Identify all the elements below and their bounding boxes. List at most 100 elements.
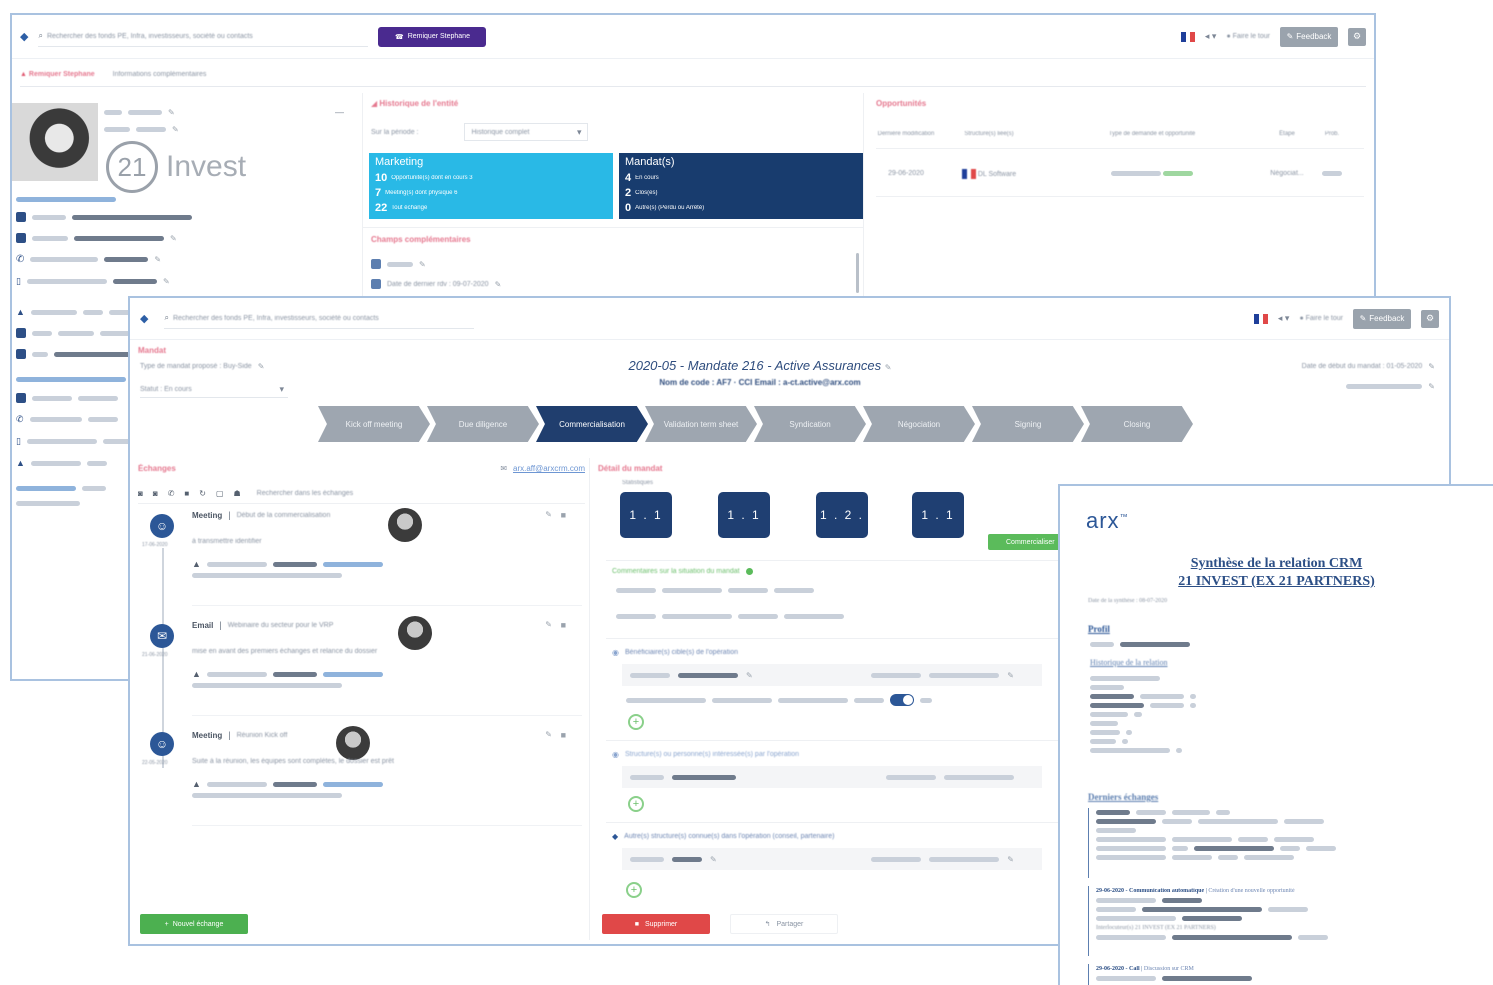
rocket-icon: ◢ [371, 99, 378, 108]
filter-task-icon[interactable]: ↻ [199, 489, 206, 498]
top-navbar: ◆ ⌕ Rechercher des fonds PE, Infra, inve… [130, 298, 1449, 340]
stage-kick-off[interactable]: Kick off meeting [318, 406, 430, 442]
france-flag-icon[interactable] [1180, 31, 1195, 42]
echanges-email-link[interactable]: arx.aff@arxcrm.com [513, 464, 585, 473]
briefcase-icon [16, 328, 26, 338]
filter-email-icon[interactable]: ◙ [153, 489, 158, 498]
opp-table-header: Dernière modification Structure(s) liée(… [876, 119, 1364, 149]
edit-icon[interactable]: ✎ [545, 730, 552, 739]
timeline-item[interactable]: Meeting | Réunion Kick off ✎ ■ Suite à la … [192, 726, 582, 826]
trash-icon: ■ [634, 920, 639, 928]
edit-icon[interactable]: ✎ [258, 362, 265, 371]
edit-icon[interactable]: ✎ [885, 363, 892, 372]
edit-icon[interactable]: ✎ [419, 260, 426, 269]
settings-icon[interactable]: ⚙ [1421, 309, 1439, 328]
filter-auto-icon[interactable]: ☗ [234, 489, 241, 498]
stage-signing[interactable]: Signing [972, 406, 1084, 442]
feedback-button[interactable]: ✎ Feedback [1280, 26, 1338, 47]
person-icon: ▲ [16, 307, 25, 317]
filter-call-icon[interactable]: ✆ [168, 489, 175, 498]
beneficiaire-row-2: ✎ [822, 664, 1022, 686]
edit-icon[interactable]: ✎ [1428, 382, 1435, 391]
avatar [398, 616, 432, 650]
delete-icon[interactable]: ■ [561, 620, 566, 630]
avatar [388, 508, 422, 542]
calendar-icon [371, 259, 381, 269]
email-icon: ✉ [150, 624, 174, 648]
user-icon: ▲ [20, 71, 27, 78]
statut-select[interactable]: Statut : En cours ▾ [140, 382, 288, 398]
add-beneficiaire-button[interactable]: + [628, 714, 644, 730]
tour-link[interactable]: ● Faire le tour [1299, 315, 1343, 322]
target-icon: ◉ [612, 648, 619, 657]
settings-icon[interactable]: ⚙ [1348, 27, 1366, 46]
periode-select[interactable]: Historique complet ▾ [464, 123, 589, 141]
tab-remiquer[interactable]: ▲ Remiquer Stephane [20, 71, 95, 78]
scrollbar[interactable] [856, 253, 859, 293]
table-row[interactable]: 29-06-2020 DL Software Négociat... [876, 151, 1364, 197]
home-icon[interactable]: ◆ [20, 30, 28, 43]
filter-doc-icon[interactable]: ▢ [216, 489, 224, 498]
top-navbar: ◆ ⌕ Rechercher des fonds PE, Infra, inve… [12, 15, 1374, 59]
stat-tile[interactable]: 1 . 2 . [816, 492, 868, 538]
timeline-item[interactable]: Email | Webinaire du secteur pour le VRP ✎… [192, 616, 582, 716]
mandate-title: 2020-05 - Mandate 216 - Active Assurance… [628, 358, 892, 373]
edit-icon[interactable]: ✎ [172, 125, 179, 134]
feedback-button[interactable]: ✎ Feedback [1353, 308, 1411, 329]
bookmark-icon: ◆ [612, 832, 619, 841]
historique-panel: ◢ Historique de l'entité Sur la période … [362, 93, 864, 303]
mandats-card[interactable]: Mandat(s) 4 En cours 2 Clos(es) 0 Autre(s) … [619, 153, 863, 219]
edit-icon[interactable]: ✎ [168, 108, 175, 117]
partager-button[interactable]: ↰ Partager [730, 914, 838, 934]
call-button[interactable]: ☎ Remiquer Stephane [378, 26, 487, 47]
echanges-search-input[interactable]: Rechercher dans les échanges [257, 490, 354, 497]
add-structure-button[interactable]: + [628, 796, 644, 812]
edit-icon[interactable]: ✎ [545, 510, 552, 519]
delete-mandate-button[interactable]: ■ Supprimer [602, 914, 710, 934]
marketing-card[interactable]: Marketing 10 Opportunité(s) dont en cours… [369, 153, 613, 219]
delete-icon[interactable]: ■ [561, 730, 566, 740]
stage-validation[interactable]: Validation term sheet [645, 406, 757, 442]
stage-commercialisation[interactable]: Commercialisation [536, 406, 648, 442]
home-icon[interactable]: ◆ [140, 312, 148, 325]
calendar-icon [371, 279, 381, 289]
tab-informations[interactable]: Informations complémentaires [113, 71, 207, 78]
filter-note-icon[interactable]: ■ [184, 489, 189, 498]
entity-tabs: ▲ Remiquer Stephane Informations complém… [20, 63, 1366, 87]
group-icon [16, 349, 26, 359]
report-document: arx™ Synthèse de la relation CRM 21 INVE… [1058, 484, 1493, 985]
tour-link[interactable]: ● Faire le tour [1226, 33, 1270, 40]
briefcase-icon [16, 233, 26, 243]
stage-negociation[interactable]: Négociation [863, 406, 975, 442]
briefcase-icon [16, 393, 26, 403]
mandate-subtitle: Nom de code : AF7 · CCI Email : a-ct.act… [659, 378, 861, 387]
filter-meeting-icon[interactable]: ◙ [138, 489, 143, 498]
france-flag-icon[interactable] [1253, 313, 1268, 324]
back-arrow-icon[interactable]: ◂ ▾ [1278, 313, 1290, 324]
delete-icon[interactable]: ■ [561, 510, 566, 520]
edit-icon[interactable]: ✎ [495, 280, 502, 289]
search-input[interactable]: ⌕ Rechercher des fonds PE, Infra, invest… [38, 27, 369, 47]
stat-tile[interactable]: 1 . 1 [912, 492, 964, 538]
edit-icon[interactable]: ✎ [545, 620, 552, 629]
share-icon: ↰ [764, 921, 771, 928]
stage-syndication[interactable]: Syndication [754, 406, 866, 442]
timeline-item[interactable]: Meeting | Début de la commercialisation ✎ … [192, 508, 582, 606]
toggle-switch[interactable] [890, 694, 914, 706]
stage-closing[interactable]: Closing [1081, 406, 1193, 442]
entity-photo [12, 103, 98, 181]
edit-icon[interactable]: ✎ [1428, 362, 1435, 371]
echanges-filters: ◙ ◙ ✆ ■ ↻ ▢ ☗ Rechercher dans les échang… [138, 484, 585, 504]
stat-tile[interactable]: 1 . 1 [620, 492, 672, 538]
search-input[interactable]: ⌕ Rechercher des fonds PE, Infra, invest… [164, 309, 475, 329]
add-autre-structure-button[interactable]: + [626, 882, 642, 898]
stage-due-diligence[interactable]: Due diligence [427, 406, 539, 442]
new-exchange-button[interactable]: + Nouvel échange [140, 914, 248, 934]
meeting-icon: ☺ [150, 514, 174, 538]
back-arrow-icon[interactable]: ◂ ▾ [1205, 31, 1217, 42]
opportunities-panel: Opportunités Dernière modification Struc… [870, 93, 1370, 303]
mail-icon: ✉ [500, 464, 508, 473]
stage-pipeline: Kick off meeting Due diligence Commercia… [318, 406, 1198, 442]
stat-tile[interactable]: 1 . 1 [718, 492, 770, 538]
phone-icon: ✆ [16, 254, 25, 265]
